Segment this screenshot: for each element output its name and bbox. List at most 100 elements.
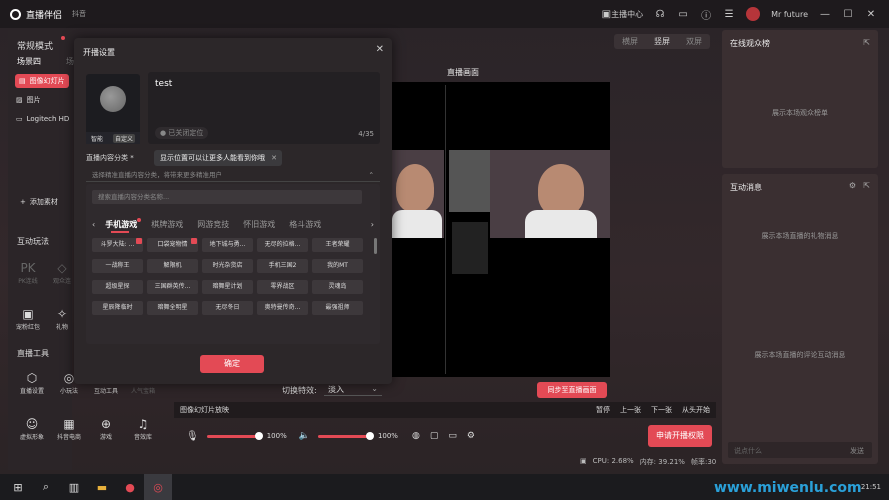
- creator-center-link[interactable]: ▣主播中心: [602, 9, 643, 20]
- file-explorer-icon[interactable]: ▬: [88, 474, 116, 500]
- send-button[interactable]: 发送: [850, 446, 864, 456]
- mode-selector[interactable]: 常规模式: [17, 39, 53, 52]
- username[interactable]: Mr future: [771, 10, 808, 19]
- close-icon[interactable]: ✕: [376, 44, 384, 55]
- game-category-item[interactable]: 一战称王: [92, 259, 143, 273]
- menu-icon[interactable]: ☰: [723, 9, 735, 20]
- game-category-item[interactable]: 王者荣耀: [312, 238, 363, 252]
- search-icon[interactable]: ⌕: [32, 474, 60, 500]
- game-category-item[interactable]: 零界战区: [257, 280, 308, 294]
- speaker-volume-value: 100%: [377, 432, 398, 440]
- beauty-icon[interactable]: ◍: [412, 431, 420, 441]
- transition-select[interactable]: 淡入 ⌄: [324, 382, 382, 396]
- live-companion-taskbar-icon[interactable]: ◎: [144, 474, 172, 500]
- screenshot-icon[interactable]: ▢: [430, 431, 439, 441]
- pk-connect-tool[interactable]: PK PK连线: [12, 260, 44, 285]
- task-view-icon[interactable]: ▥: [60, 474, 88, 500]
- cover-tab-smart[interactable]: 智能: [91, 134, 103, 143]
- left-panel: 常规模式 场景四 场 ▤ 图像幻灯片 ▨ 图片 ▭ Logitech HD + 添加素材…: [8, 30, 74, 470]
- chevron-right-icon[interactable]: ›: [371, 220, 374, 229]
- source-item-slideshow[interactable]: ▤ 图像幻灯片: [15, 74, 69, 88]
- tab-mobile-games[interactable]: 手机游戏: [105, 217, 142, 233]
- app-name: 直播伴侣: [26, 10, 63, 21]
- source-item-image[interactable]: ▨ 图片: [16, 95, 41, 105]
- red-packet-tool[interactable]: ▣ 宠粉红包: [12, 306, 44, 331]
- sound-library-tool[interactable]: ♫ 音效库: [127, 416, 159, 441]
- tab-dual[interactable]: 双屏: [678, 34, 710, 49]
- game-category-item[interactable]: 最强祖师: [312, 301, 363, 315]
- avatar-tool[interactable]: ☺ 虚拟形象: [16, 416, 48, 441]
- live-title-input[interactable]: test ● 已关闭定位 4/35: [148, 72, 380, 144]
- tab-portrait[interactable]: 竖屏: [646, 34, 678, 49]
- avatar[interactable]: [746, 7, 761, 21]
- headset-icon[interactable]: ☊: [654, 9, 666, 20]
- sync-to-live-button[interactable]: 同步至直播画面: [537, 382, 607, 398]
- category-select[interactable]: 选择精准直播内容分类，将带来更多精准用户 ⌃: [86, 168, 380, 182]
- tooltip-close-icon[interactable]: ✕: [271, 154, 277, 162]
- restart-button[interactable]: 从头开始: [682, 405, 710, 415]
- game-category-item[interactable]: 灵魂岛: [312, 280, 363, 294]
- game-category-item[interactable]: 无尽冬日: [202, 301, 253, 315]
- popout-icon[interactable]: ⇱: [863, 38, 870, 47]
- app-logo-icon: [10, 8, 21, 20]
- ecommerce-tool[interactable]: ▦ 抖音电商: [53, 416, 85, 441]
- game-category-item[interactable]: 暗舞全明星: [147, 301, 198, 315]
- mic-volume-slider[interactable]: [206, 431, 263, 440]
- windows-start-icon[interactable]: ⊞: [4, 474, 32, 500]
- speaker-volume-slider[interactable]: [317, 431, 374, 440]
- game-category-item[interactable]: 时光杂货店: [202, 259, 253, 273]
- settings-icon[interactable]: ⚙: [849, 181, 856, 190]
- maximize-icon[interactable]: ☐: [842, 9, 854, 20]
- close-icon[interactable]: ✕: [865, 9, 877, 20]
- live-preview[interactable]: [390, 82, 610, 377]
- memory-usage: 内存: 39.21%: [639, 458, 685, 466]
- pause-button[interactable]: 暂停: [596, 405, 610, 415]
- game-category-item[interactable]: 解限机: [147, 259, 198, 273]
- game-category-item[interactable]: 星辰降临时: [92, 301, 143, 315]
- minimize-icon[interactable]: —: [819, 9, 831, 20]
- tab-online-games[interactable]: 网游竞技: [197, 219, 229, 230]
- gear-icon[interactable]: ⚙: [467, 431, 475, 441]
- message-input[interactable]: 说点什么 发送: [728, 442, 872, 458]
- game-category-item[interactable]: 口袋宠物情: [147, 238, 198, 252]
- tab-landscape[interactable]: 横屏: [614, 34, 646, 49]
- confirm-button[interactable]: 确定: [200, 355, 264, 373]
- game-tool[interactable]: ⊕ 游戏: [90, 416, 122, 441]
- game-category-item[interactable]: 我的MT: [312, 259, 363, 273]
- calendar-icon: ▣: [601, 8, 612, 20]
- microphone-icon[interactable]: 🎙: [186, 431, 199, 442]
- tab-board-games[interactable]: 棋牌游戏: [151, 219, 183, 230]
- game-category-item[interactable]: 超级星探: [92, 280, 143, 294]
- mic-volume-value: 100%: [266, 432, 287, 440]
- record-icon[interactable]: ▭: [448, 431, 457, 441]
- chat-bubble-icon[interactable]: ▭: [677, 9, 689, 20]
- dropdown-scrollbar[interactable]: [374, 238, 377, 254]
- location-toggle[interactable]: ● 已关闭定位: [155, 127, 209, 139]
- tab-retro-games[interactable]: 怀旧游戏: [243, 219, 275, 230]
- game-category-item[interactable]: 暗舞星计划: [202, 280, 253, 294]
- next-slide-button[interactable]: 下一张: [651, 405, 672, 415]
- cover-tab-custom[interactable]: 自定义: [112, 133, 135, 143]
- record-app-icon[interactable]: ●: [116, 474, 144, 500]
- live-settings-tool[interactable]: ⬡ 直播设置: [16, 370, 48, 395]
- game-category-item[interactable]: 手机三国2: [257, 259, 308, 273]
- scene-tab-active[interactable]: 场景四: [17, 56, 41, 67]
- game-category-item[interactable]: 奥特曼传奇...: [257, 301, 308, 315]
- game-category-item[interactable]: 斗罗大陆: ...: [92, 238, 143, 252]
- prev-slide-button[interactable]: 上一张: [620, 405, 641, 415]
- bottom-bar: 图像幻灯片放映 暂停 上一张 下一张 从头开始 🎙 100% 🔈 100% ◍ …: [174, 402, 716, 462]
- speaker-icon[interactable]: 🔈: [299, 431, 310, 441]
- game-category-item[interactable]: 三国群英传...: [147, 280, 198, 294]
- cover-image[interactable]: 智能 自定义: [86, 74, 140, 144]
- add-material-button[interactable]: + 添加素材: [20, 197, 58, 207]
- category-search-input[interactable]: 搜索直播内容分类名称...: [92, 190, 362, 204]
- game-category-item[interactable]: 地下城与勇...: [202, 238, 253, 252]
- tab-fighting-games[interactable]: 格斗游戏: [289, 219, 321, 230]
- popout-icon[interactable]: ⇱: [863, 181, 870, 190]
- apply-live-permission-button[interactable]: 申请开播权限: [648, 425, 712, 447]
- scene-tab-next[interactable]: 场: [66, 56, 74, 67]
- source-item-camera[interactable]: ▭ Logitech HD: [16, 115, 69, 123]
- help-icon[interactable]: ⓘ: [700, 7, 712, 22]
- chevron-left-icon[interactable]: ‹: [92, 220, 95, 229]
- game-category-item[interactable]: 无尽的拉格...: [257, 238, 308, 252]
